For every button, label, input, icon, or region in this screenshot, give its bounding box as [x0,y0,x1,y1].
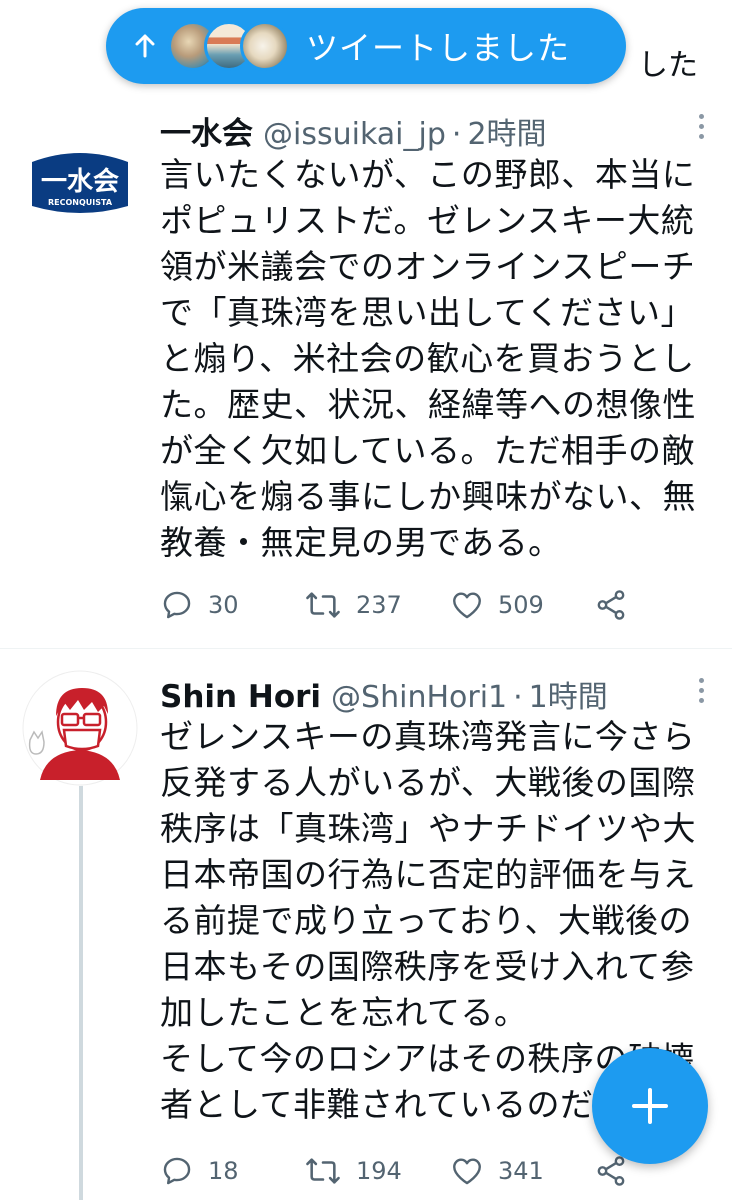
retweet-button[interactable]: 237 [304,588,450,622]
like-count: 341 [498,1157,544,1185]
tweet-text: 言いたくないが、この野郎、本当に ポピュリストだ。ゼレンスキー大統 領が米議会で… [160,155,696,562]
new-tweets-pill[interactable]: ツイートしました [106,8,626,84]
retweet-count: 194 [356,1157,402,1185]
like-count: 509 [498,591,544,619]
pill-avatar [240,21,290,71]
heart-icon [453,592,481,619]
tweet-header: 一水会 @issuikai_jp · 2時間 [160,108,547,153]
share-icon [597,590,625,620]
share-button[interactable] [594,1154,628,1188]
new-tweets-label: ツイートしました [306,29,571,67]
tweet-actions: 30 237 509 [160,588,628,622]
avatar-issuikai: 一水会 RECONQUISTA [22,120,138,236]
author-handle[interactable]: @issuikai_jp [263,117,446,152]
reply-count: 18 [208,1157,239,1185]
shin-hori-portrait [22,670,138,786]
tweet-time[interactable]: 1時間 [529,672,608,716]
tweet-divider [0,648,732,649]
avatar-logo-subtext: RECONQUISTA [48,198,113,207]
tweet-time[interactable]: 2時間 [467,109,546,153]
avatar-shin-hori [22,670,138,786]
share-icon [597,1156,625,1186]
heart-icon [453,1158,481,1185]
like-button[interactable]: 341 [450,1154,594,1188]
retweet-count: 237 [356,591,402,619]
tweet-actions: 18 194 341 [160,1154,628,1188]
reply-icon [163,591,191,619]
obscured-header-text: した [638,48,698,83]
new-tweets-avatars [168,21,290,71]
avatar[interactable] [22,670,138,786]
separator-dot: · [451,117,462,152]
reply-button[interactable]: 30 [160,588,304,622]
author-name[interactable]: Shin Hori [160,679,321,715]
share-button[interactable] [594,588,628,622]
more-dots-icon[interactable] [696,114,706,139]
separator-dot: · [513,680,523,715]
reply-button[interactable]: 18 [160,1154,304,1188]
like-button[interactable]: 509 [450,588,594,622]
tweet[interactable]: 一水会 RECONQUISTA 一水会 @issuikai_jp · 2時間 言… [0,100,732,640]
compose-tweet-button[interactable] [592,1048,708,1164]
retweet-button[interactable]: 194 [304,1154,450,1188]
avatar[interactable]: 一水会 RECONQUISTA [22,120,138,236]
retweet-icon [306,592,340,618]
plus-icon [632,1088,668,1124]
avatar-logo-text: 一水会 [41,167,119,197]
reply-icon [163,1157,191,1185]
author-name[interactable]: 一水会 [160,108,253,153]
more-dots-icon[interactable] [696,678,706,703]
tweet-header: Shin Hori @ShinHori1 · 1時間 [160,672,608,716]
issuikai-logo: 一水会 RECONQUISTA [32,153,128,213]
timeline-screen: した ツイートしました 一水会 RECONQUISTA 一水会 @issuika… [0,0,732,1200]
retweet-icon [306,1158,340,1184]
arrow-up-icon [130,34,160,58]
author-handle[interactable]: @ShinHori1 [331,680,507,715]
reply-count: 30 [208,591,239,619]
